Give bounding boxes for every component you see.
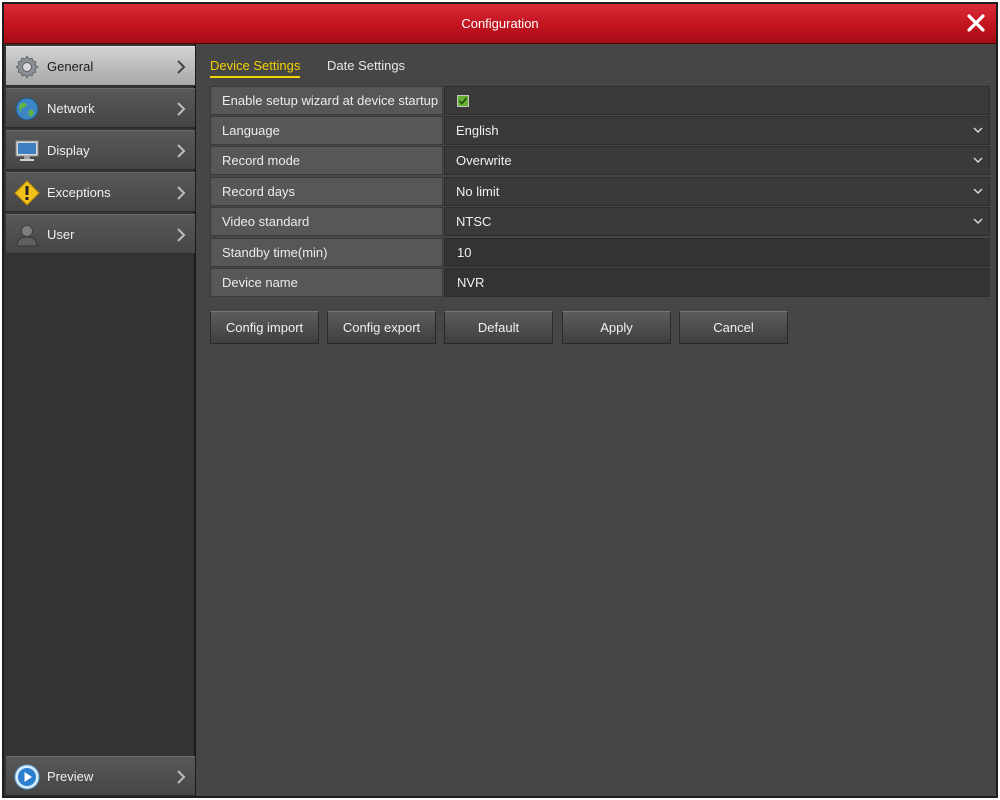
device-name-row: Device name NVR [210, 268, 990, 297]
video-standard-select[interactable]: NTSC [444, 207, 990, 236]
default-button[interactable]: Default [444, 311, 553, 344]
sidebar-item-label: Display [47, 143, 90, 158]
language-value: English [456, 123, 499, 138]
title-bar: Configuration [4, 4, 996, 44]
record-mode-label: Record mode [210, 146, 443, 175]
chevron-right-icon [177, 186, 186, 200]
config-import-button[interactable]: Config import [210, 311, 319, 344]
user-icon [16, 225, 38, 247]
chevron-right-icon [177, 60, 186, 74]
sidebar-item-network[interactable]: Network [6, 88, 195, 128]
sidebar-item-preview[interactable]: Preview [6, 756, 195, 796]
apply-button[interactable]: Apply [562, 311, 671, 344]
chevron-right-icon [177, 228, 186, 242]
config-export-button[interactable]: Config export [327, 311, 436, 344]
sidebar-item-label: Exceptions [47, 185, 111, 200]
main-panel: Device Settings Date Settings Enable set… [198, 44, 996, 796]
sidebar-item-label: User [47, 227, 75, 242]
monitor-icon [15, 140, 39, 161]
close-button[interactable] [964, 11, 988, 35]
chevron-down-icon [973, 157, 983, 163]
record-mode-value: Overwrite [456, 153, 512, 168]
sidebar-item-label: Preview [47, 769, 94, 784]
language-row: Language English [210, 116, 990, 145]
chevron-down-icon [973, 188, 983, 194]
sidebar-item-exceptions[interactable]: Exceptions [6, 172, 195, 212]
setup-wizard-row: Enable setup wizard at device startup [210, 86, 990, 115]
device-name-label: Device name [210, 268, 443, 297]
chevron-right-icon [177, 770, 186, 784]
setup-wizard-checkbox[interactable] [457, 95, 469, 107]
configuration-window: Configuration General Network Display Ex… [2, 2, 998, 798]
sidebar-item-display[interactable]: Display [6, 130, 195, 170]
play-icon [14, 764, 40, 790]
warning-icon [14, 180, 40, 206]
sidebar-item-general[interactable]: General [6, 46, 195, 86]
globe-icon [15, 97, 39, 121]
video-standard-label: Video standard [210, 207, 443, 236]
record-mode-select[interactable]: Overwrite [444, 146, 990, 175]
standby-time-input[interactable]: 10 [444, 238, 990, 267]
sidebar: General Network Display Exceptions User … [4, 44, 196, 796]
tab-date-settings[interactable]: Date Settings [327, 56, 405, 78]
language-label: Language [210, 116, 443, 145]
device-name-input[interactable]: NVR [444, 268, 990, 297]
language-select[interactable]: English [444, 116, 990, 145]
chevron-right-icon [177, 144, 186, 158]
record-mode-row: Record mode Overwrite [210, 146, 990, 175]
tab-device-settings[interactable]: Device Settings [210, 56, 301, 78]
record-days-select[interactable]: No limit [444, 177, 990, 206]
close-icon [967, 14, 985, 32]
record-days-value: No limit [456, 184, 500, 199]
standby-time-row: Standby time(min) 10 [210, 238, 990, 267]
video-standard-row: Video standard NTSC [210, 207, 990, 236]
window-title: Configuration [461, 16, 539, 31]
setup-wizard-value [444, 86, 990, 115]
checkmark-icon [458, 97, 468, 105]
chevron-right-icon [177, 102, 186, 116]
chevron-down-icon [973, 218, 983, 224]
sidebar-item-user[interactable]: User [6, 214, 195, 254]
gear-icon [15, 55, 39, 79]
chevron-down-icon [973, 127, 983, 133]
record-days-label: Record days [210, 177, 443, 206]
cancel-button[interactable]: Cancel [679, 311, 788, 344]
standby-time-label: Standby time(min) [210, 238, 443, 267]
record-days-row: Record days No limit [210, 177, 990, 206]
video-standard-value: NTSC [456, 214, 492, 229]
setup-wizard-label: Enable setup wizard at device startup [210, 86, 443, 115]
sidebar-item-label: Network [47, 101, 95, 116]
sidebar-item-label: General [47, 59, 94, 74]
